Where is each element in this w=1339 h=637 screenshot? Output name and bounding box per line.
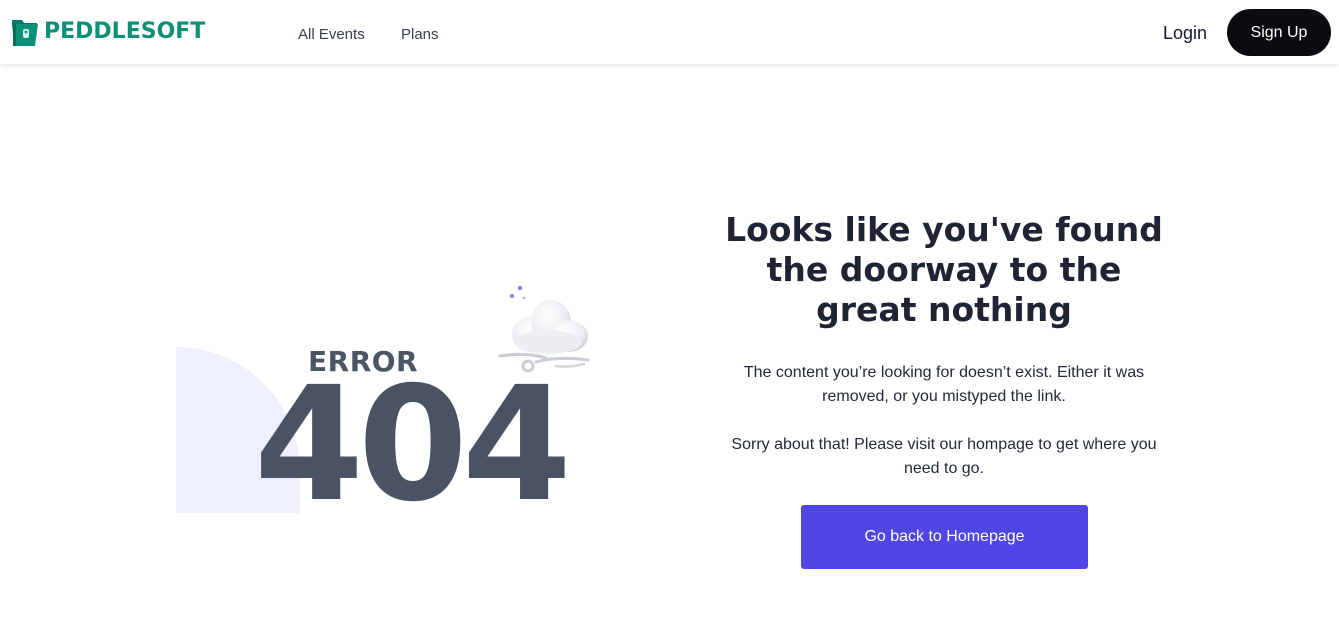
nav-all-events[interactable]: All Events: [298, 25, 365, 45]
brand-name: PEDDLESOFT: [44, 19, 206, 44]
error-code: 404: [254, 353, 572, 537]
top-nav-bar: PEDDLESOFT All Events Plans Login Sign U…: [0, 0, 1339, 64]
folder-logo-icon: [12, 20, 38, 46]
apology-paragraph: Sorry about that! Please visit our hompa…: [731, 436, 1157, 477]
login-link[interactable]: Login: [1163, 22, 1207, 44]
go-home-button[interactable]: Go back to Homepage: [801, 505, 1088, 569]
brand-logo[interactable]: PEDDLESOFT: [10, 15, 205, 49]
description-paragraph: The content you’re looking for doesn’t e…: [743, 364, 1145, 405]
error-illustration: ERROR 404: [176, 270, 616, 530]
nav-plans[interactable]: Plans: [401, 25, 439, 45]
signup-button[interactable]: Sign Up: [1227, 9, 1331, 56]
cloud-moon-icon: [498, 280, 592, 373]
page-heading: Looks like you've found the doorway to t…: [725, 210, 1163, 329]
